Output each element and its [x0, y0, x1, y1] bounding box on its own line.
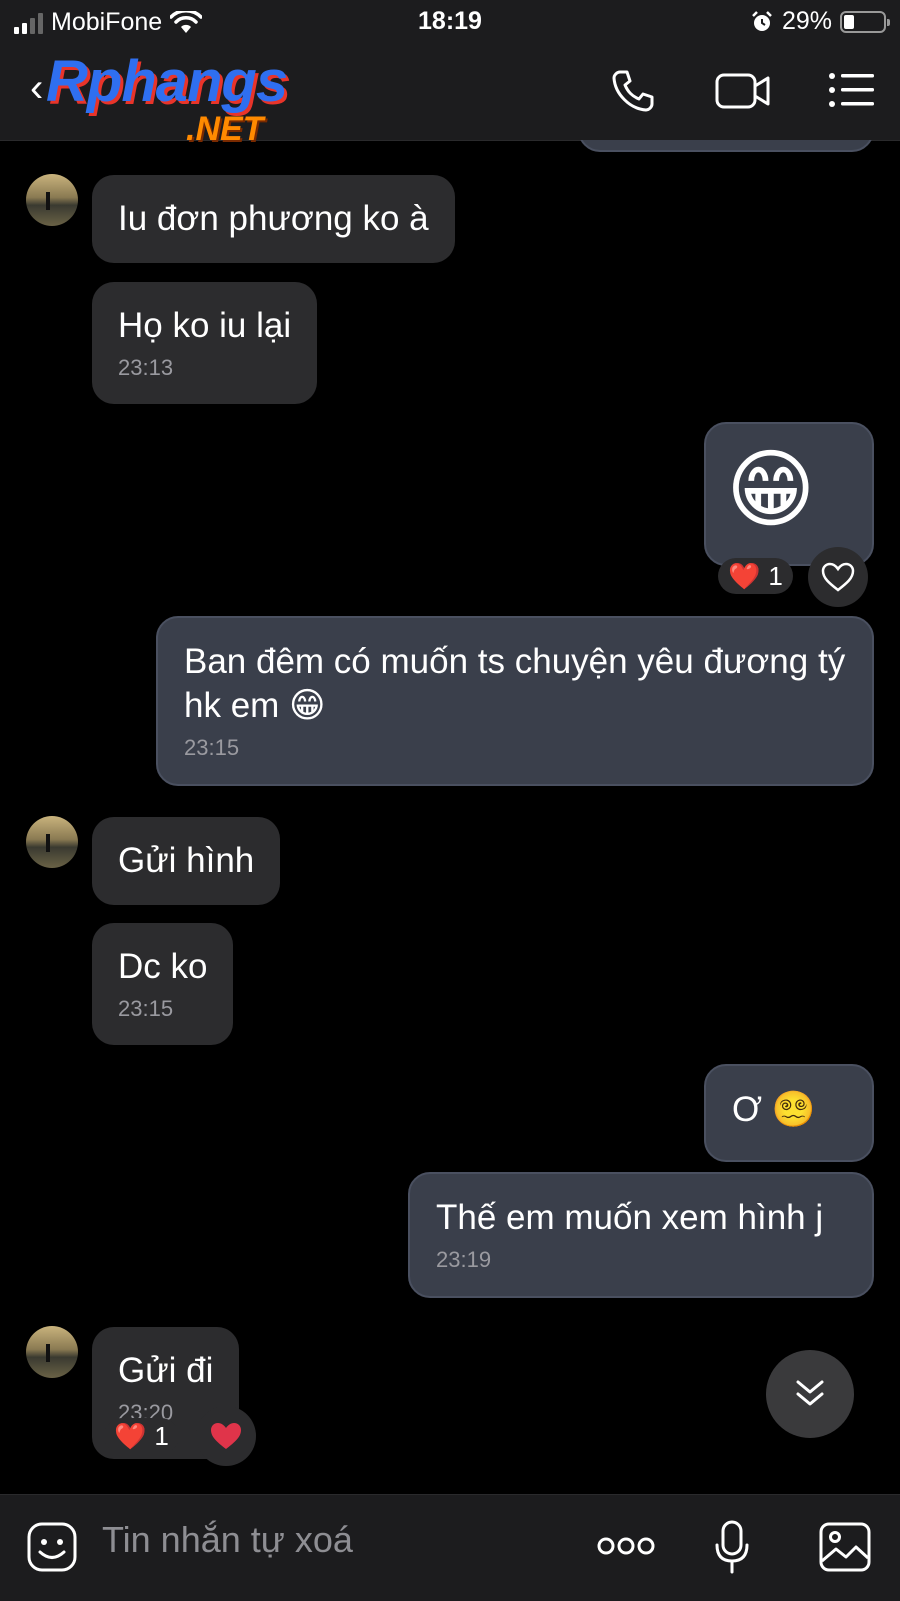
avatar[interactable]: [26, 816, 78, 868]
message-text: Gửi đi: [118, 1351, 214, 1390]
scroll-to-bottom-button[interactable]: [766, 1350, 854, 1438]
more-options-icon[interactable]: [596, 1535, 656, 1557]
status-right: 29%: [750, 7, 890, 36]
back-button[interactable]: ‹: [30, 66, 43, 111]
avatar[interactable]: [26, 174, 78, 226]
message-outgoing[interactable]: Thế em muốn xem hình j 23:19: [408, 1172, 874, 1298]
image-gallery-icon[interactable]: [818, 1521, 872, 1573]
sticker-icon[interactable]: [26, 1521, 78, 1573]
message-text: Ơ 😵‍💫: [732, 1090, 816, 1129]
message-time: 23:19: [436, 1247, 492, 1272]
double-chevron-down-icon: [796, 1380, 824, 1406]
heart-filled-icon: [211, 1423, 241, 1449]
heart-outline-icon: [821, 562, 855, 592]
heart-reaction-icon: ❤️: [114, 1420, 147, 1451]
heart-reaction-icon: ❤️: [728, 560, 761, 591]
message-incoming[interactable]: Gửi hình: [92, 817, 281, 905]
message-time: 23:13: [118, 355, 174, 380]
react-heart-button[interactable]: [808, 547, 868, 607]
phone-call-icon[interactable]: [610, 68, 656, 114]
microphone-icon[interactable]: [714, 1519, 750, 1575]
message-text: Ban đêm có muốn ts chuyện yêu đương tý h…: [184, 642, 846, 725]
message-text: Họ ko iu lại: [118, 306, 292, 345]
menu-list-icon[interactable]: [828, 68, 876, 114]
battery-percent: 29%: [781, 7, 832, 35]
chat-header: ‹ Rphangs .NET: [0, 44, 900, 149]
composer-bar: Tin nhắn tự xoá: [0, 1494, 900, 1601]
reaction-badge[interactable]: ❤️ 1: [104, 1418, 179, 1454]
video-call-icon[interactable]: [714, 68, 772, 114]
watermark-logo: Rphangs .NET: [46, 49, 288, 149]
message-text: Iu đơn phương ko à: [118, 199, 429, 238]
message-text: Thế em muốn xem hình j: [436, 1198, 824, 1237]
message-time: 23:15: [184, 735, 240, 760]
message-text: Gửi hình: [118, 841, 255, 880]
message-input[interactable]: Tin nhắn tự xoá: [102, 1519, 353, 1561]
reaction-count: 1: [768, 560, 783, 591]
battery-icon: [840, 10, 890, 33]
message-outgoing[interactable]: Ơ 😵‍💫: [704, 1064, 874, 1162]
message-incoming[interactable]: Iu đơn phương ko à: [92, 175, 455, 263]
message-incoming[interactable]: Họ ko iu lại 23:13: [92, 282, 318, 404]
message-outgoing-emoji[interactable]: 😁: [704, 422, 874, 566]
status-bar: MobiFone 18:19 29%: [0, 0, 900, 44]
message-text: Dc ko: [118, 947, 208, 986]
emoji-grin-icon: 😁: [726, 442, 816, 538]
avatar[interactable]: [26, 1326, 78, 1378]
message-incoming[interactable]: Dc ko 23:15: [92, 923, 234, 1045]
message-outgoing[interactable]: Ban đêm có muốn ts chuyện yêu đương tý h…: [156, 616, 874, 786]
react-heart-button[interactable]: [196, 1406, 256, 1466]
message-list[interactable]: Iu đơn phương ko à Họ ko iu lại 23:13 😁 …: [0, 140, 900, 1494]
reaction-badge[interactable]: ❤️ 1: [718, 558, 793, 594]
reaction-count: 1: [154, 1420, 169, 1451]
message-time: 23:15: [118, 996, 174, 1021]
logo-text: Rphangs: [46, 49, 288, 114]
alarm-icon: [752, 10, 772, 31]
message-bubble-partial: [578, 140, 874, 152]
